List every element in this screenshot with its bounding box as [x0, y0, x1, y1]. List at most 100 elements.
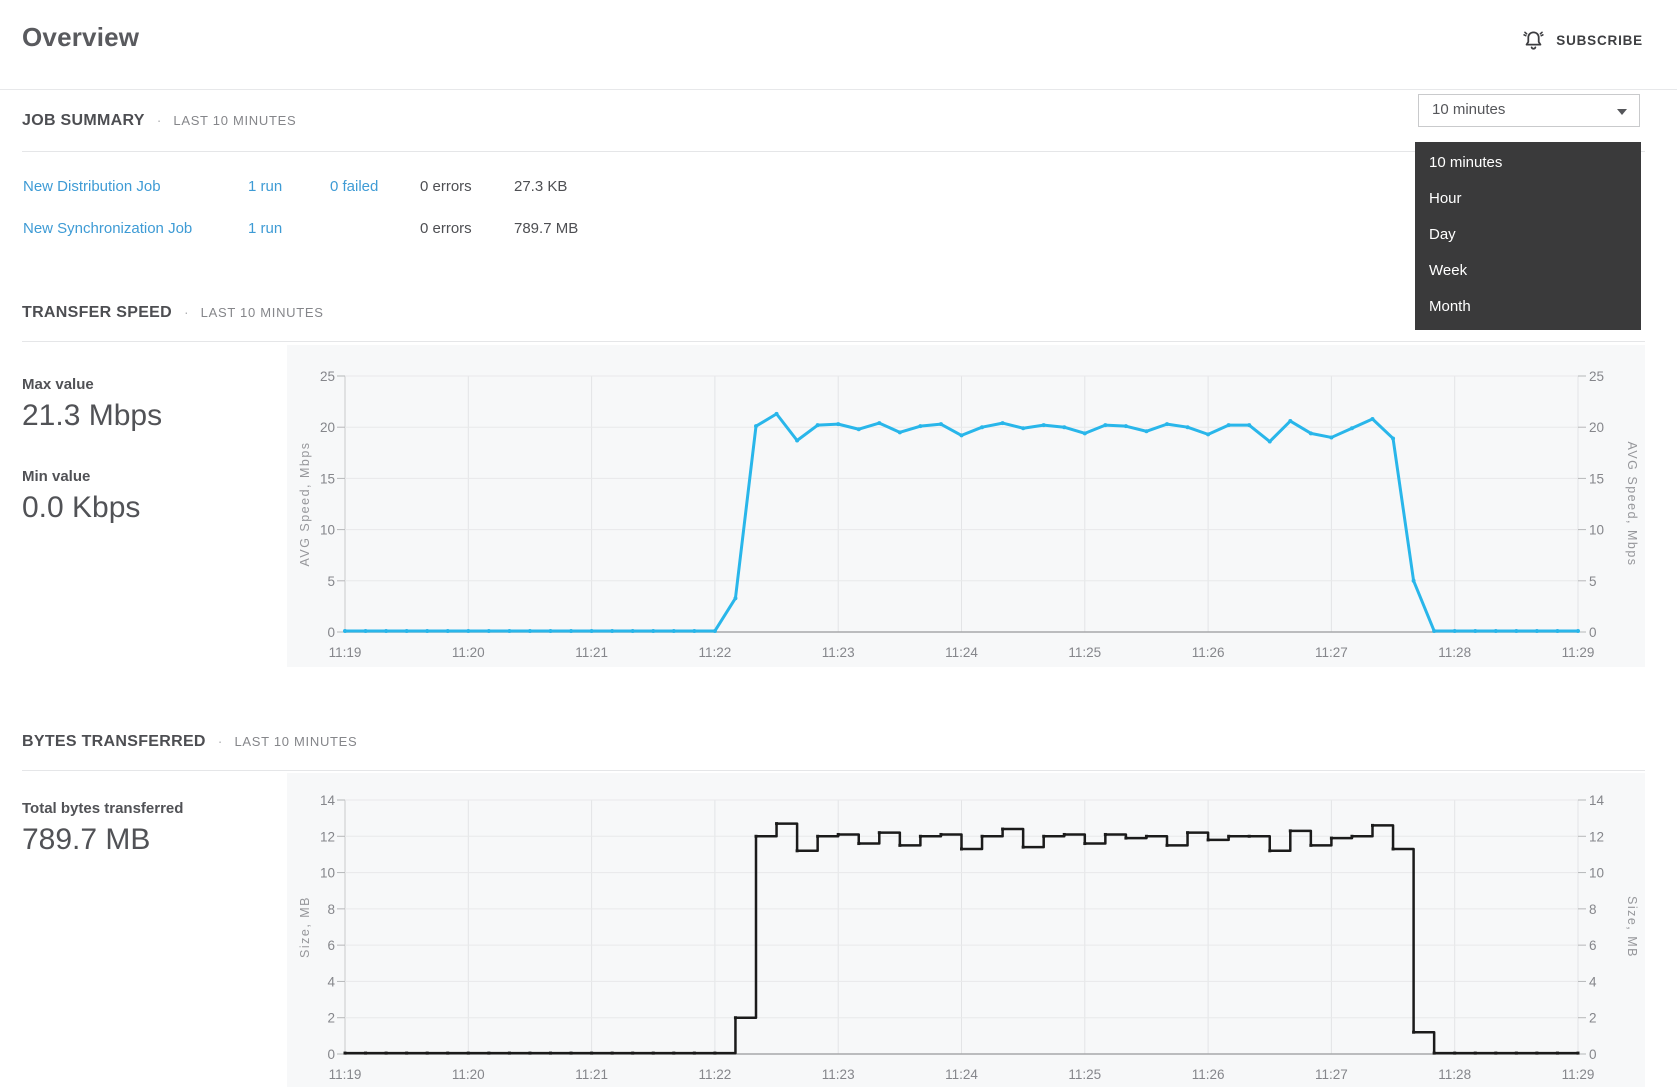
data-point — [981, 835, 984, 838]
job-link[interactable]: New Distribution Job — [23, 178, 248, 195]
separator-dot: · — [218, 733, 223, 749]
y-axis-label-left: Size, MB — [298, 896, 312, 958]
transfer-speed-range: LAST 10 MINUTES — [201, 305, 324, 320]
data-point — [1371, 417, 1375, 421]
data-point — [1371, 824, 1374, 827]
time-range-select[interactable]: 10 minutes — [1418, 94, 1640, 127]
x-tick-label: 11:29 — [1562, 645, 1595, 660]
data-point — [898, 844, 901, 847]
x-tick-label: 11:29 — [1562, 1067, 1595, 1082]
data-point — [1288, 419, 1292, 423]
data-point — [487, 1052, 490, 1055]
y-tick-label-left: 20 — [320, 420, 335, 435]
job-summary-title: JOB SUMMARY — [22, 112, 145, 130]
data-point — [795, 439, 799, 443]
y-tick-label-right: 6 — [1589, 938, 1597, 953]
data-point — [1124, 424, 1128, 428]
data-point — [570, 1052, 573, 1055]
data-point — [1248, 835, 1251, 838]
job-runs-link[interactable]: 1 run — [248, 220, 330, 237]
data-point — [1515, 1052, 1518, 1055]
subscribe-button[interactable]: SUBSCRIBE — [1521, 28, 1643, 53]
data-point — [836, 422, 840, 426]
data-point — [693, 1052, 696, 1055]
data-point — [426, 1052, 429, 1055]
y-tick-label-left: 2 — [327, 1011, 335, 1026]
x-tick-label: 11:21 — [575, 1067, 608, 1082]
data-point — [1104, 833, 1107, 836]
job-runs-link[interactable]: 1 run — [248, 178, 330, 195]
data-point — [1453, 1052, 1456, 1055]
x-tick-label: 11:22 — [699, 645, 732, 660]
data-point — [1391, 436, 1395, 440]
data-point — [775, 822, 778, 825]
data-point — [1412, 579, 1416, 583]
data-point — [713, 1052, 716, 1055]
y-tick-label-left: 4 — [327, 974, 335, 989]
data-point — [1453, 629, 1457, 633]
y-tick-label-left: 25 — [320, 369, 335, 384]
data-point — [1207, 838, 1210, 841]
menu-item-10-minutes[interactable]: 10 minutes — [1415, 145, 1641, 181]
y-tick-label-right: 5 — [1589, 574, 1597, 589]
data-point — [425, 629, 429, 633]
menu-item-hour[interactable]: Hour — [1415, 181, 1641, 217]
min-value-label: Min value — [22, 468, 90, 485]
min-value: 0.0 Kbps — [22, 491, 140, 525]
total-bytes-label: Total bytes transferred — [22, 800, 183, 817]
max-value-label: Max value — [22, 376, 94, 393]
y-tick-label-right: 12 — [1589, 829, 1604, 844]
menu-item-month[interactable]: Month — [1415, 289, 1641, 325]
data-point — [734, 1016, 737, 1019]
data-point — [631, 629, 635, 633]
x-tick-label: 11:19 — [329, 645, 362, 660]
data-point — [1433, 1052, 1436, 1055]
y-tick-label-left: 10 — [320, 866, 335, 881]
y-tick-label-right: 20 — [1589, 420, 1604, 435]
data-point — [1432, 629, 1436, 633]
job-failed-link[interactable]: 0 failed — [330, 178, 420, 195]
bell-icon — [1521, 28, 1546, 53]
x-tick-label: 11:28 — [1438, 645, 1471, 660]
data-point — [1556, 1052, 1559, 1055]
data-point — [1083, 431, 1087, 435]
data-point — [343, 629, 347, 633]
y-tick-label-right: 14 — [1589, 793, 1605, 808]
data-point — [1309, 844, 1312, 847]
x-tick-label: 11:19 — [329, 1067, 362, 1082]
bytes-transferred-title: BYTES TRANSFERRED — [22, 733, 206, 751]
job-errors: 0 errors — [420, 220, 514, 237]
data-point — [1350, 835, 1353, 838]
x-tick-label: 11:24 — [945, 645, 978, 660]
menu-item-week[interactable]: Week — [1415, 253, 1641, 289]
data-point — [611, 1052, 614, 1055]
x-tick-label: 11:26 — [1192, 1067, 1225, 1082]
job-transferred: 789.7 MB — [514, 220, 578, 237]
data-point — [837, 833, 840, 836]
job-link[interactable]: New Synchronization Job — [23, 220, 248, 237]
data-point — [775, 412, 779, 416]
y-tick-label-left: 6 — [327, 938, 335, 953]
x-tick-label: 11:27 — [1315, 1067, 1348, 1082]
data-point — [446, 629, 450, 633]
menu-item-day[interactable]: Day — [1415, 217, 1641, 253]
data-point — [631, 1052, 634, 1055]
data-point — [877, 421, 881, 425]
data-point — [1227, 835, 1230, 838]
data-point — [528, 629, 532, 633]
y-tick-label-right: 0 — [1589, 625, 1597, 640]
data-point — [1494, 1052, 1497, 1055]
data-point — [1576, 629, 1580, 633]
job-summary-header: JOB SUMMARY · LAST 10 MINUTES — [22, 112, 296, 130]
data-point — [590, 629, 594, 633]
data-point — [919, 835, 922, 838]
y-tick-label-right: 0 — [1589, 1047, 1597, 1062]
data-point — [796, 849, 799, 852]
data-point — [405, 1052, 408, 1055]
data-point — [672, 629, 676, 633]
data-point — [1247, 423, 1251, 427]
data-point — [1042, 423, 1046, 427]
data-point — [364, 1052, 367, 1055]
data-point — [692, 629, 696, 633]
x-tick-label: 11:23 — [822, 645, 855, 660]
